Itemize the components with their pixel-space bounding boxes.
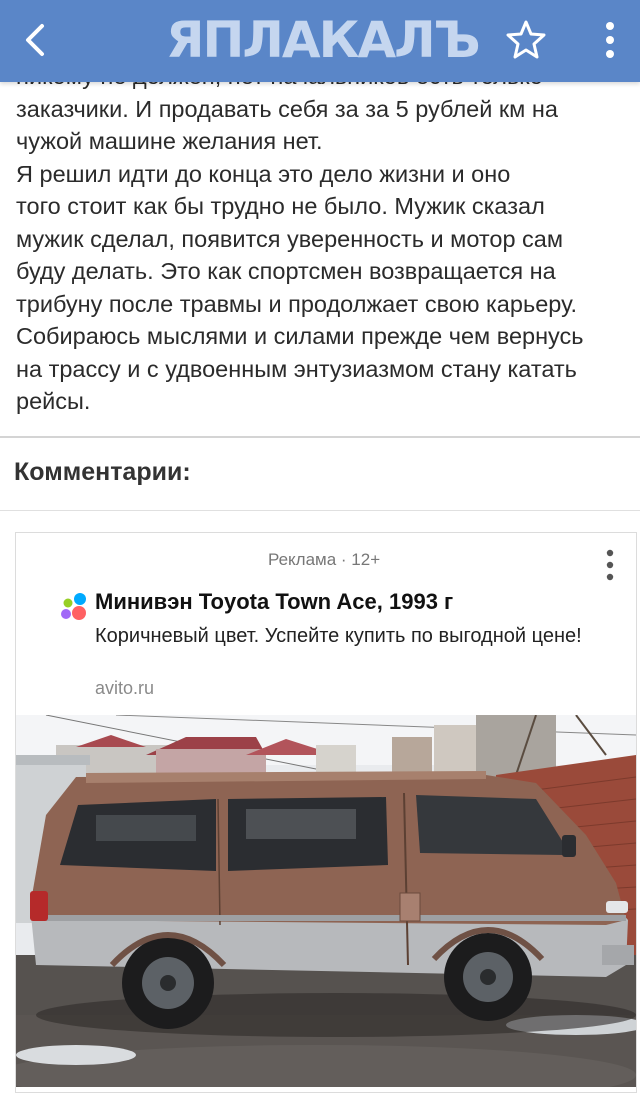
back-button[interactable] [18,18,58,62]
overflow-menu-button[interactable] [598,16,622,64]
ad-image[interactable] [16,715,636,1087]
avito-logo-icon [59,591,89,621]
post-text-line: того стоит как бы трудно не было. Мужик … [16,193,545,219]
post-text-line: буду делать. Это как спортсмен возвращае… [16,258,556,284]
post-text-line: на трассу и с удвоенным энтузиазмом стан… [16,355,577,382]
post-text-line: Собираюсь мыслями и силами прежде чем ве… [16,323,584,349]
more-vert-icon [606,549,614,581]
post-text-line: мужик сделал, появится уверенность и мот… [16,225,564,252]
star-icon [506,20,546,59]
minivan-photo [16,715,636,1087]
divider [0,436,640,438]
post-text-line: трибуну после травмы и продолжает свою к… [16,290,577,317]
app-header: ЯПЛАКАЛЪ [0,0,640,82]
ad-title-link[interactable]: Минивэн Toyota Town Ace, 1993 г [95,589,453,615]
back-arrow-icon [26,24,44,56]
post-text-line: чужой машине желания нет. [16,128,323,154]
post-text-line: заказчики. И продавать себя за за 5 рубл… [16,95,558,122]
comments-heading: Комментарии: [14,458,191,486]
ad-description: Коричневый цвет. Успейте купить по выгод… [95,625,582,647]
site-logo[interactable]: ЯПЛАКАЛЪ [166,12,486,68]
ad-label: Реклама · 12+ [268,550,381,569]
favorite-button[interactable] [504,18,548,62]
ad-domain[interactable]: avito.ru [95,678,154,699]
post-text-line: Я решил идти до конца это дело жизни и о… [16,160,511,187]
ad-card[interactable]: Реклама · 12+ Минивэн Toyota Town Ace, 1… [15,532,637,1093]
post-text-line: рейсы. [16,388,91,414]
post-body: никому не должен, нет начальников есть т… [16,60,626,418]
ad-menu-button[interactable] [602,547,618,583]
more-vert-icon [606,22,614,58]
divider [0,510,640,511]
